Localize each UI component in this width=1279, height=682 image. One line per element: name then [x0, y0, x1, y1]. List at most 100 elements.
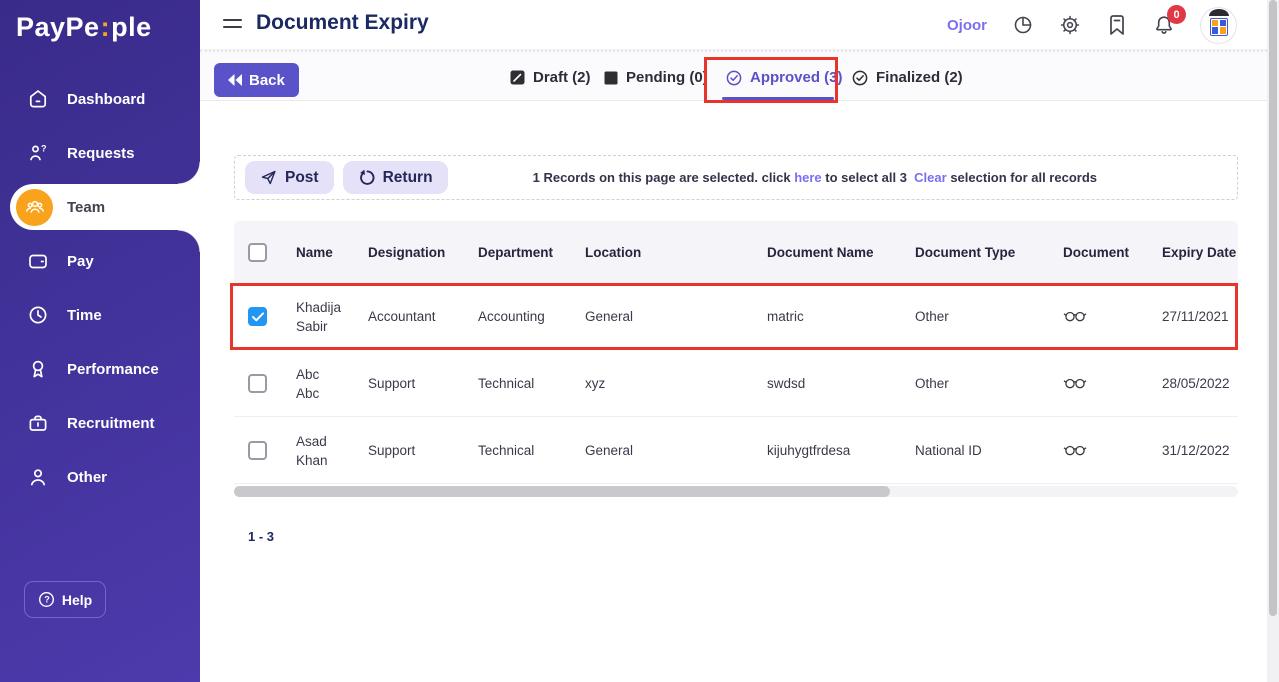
tab-label: Draft (2)	[533, 69, 591, 86]
horizontal-scrollbar-thumb[interactable]	[234, 486, 890, 497]
cell-department: Technical	[478, 350, 534, 417]
person-question-icon: ?	[26, 141, 50, 165]
view-document-icon[interactable]	[1063, 417, 1087, 484]
cell-department: Accounting	[478, 283, 545, 350]
sidebar-item-label: Other	[67, 469, 107, 486]
cell-name: AsadKhan	[296, 417, 328, 484]
select-all-link[interactable]: here	[794, 170, 821, 185]
column-header-document: Document	[1063, 221, 1129, 283]
tab-draft[interactable]: Draft (2)	[510, 52, 591, 103]
column-header-designation: Designation	[368, 221, 445, 283]
topbar-actions: Ojoor 0	[947, 0, 1237, 50]
cell-designation: Support	[368, 417, 415, 484]
gear-icon[interactable]	[1059, 14, 1081, 36]
active-tab-underline	[722, 97, 834, 100]
sidebar-item-label: Recruitment	[67, 415, 155, 432]
team-icon	[16, 189, 53, 226]
tab-approved[interactable]: Approved (3)	[726, 52, 843, 103]
cell-designation: Support	[368, 350, 415, 417]
column-header-document-type: Document Type	[915, 221, 1015, 283]
sidebar-item-team[interactable]: Team	[10, 184, 200, 230]
view-document-icon[interactable]	[1063, 283, 1087, 350]
main-area: Document Expiry Ojoor 0	[200, 0, 1279, 682]
cell-location: xyz	[585, 350, 605, 417]
cell-document-name: matric	[767, 283, 804, 350]
table-header: Name Designation Department Location Doc…	[234, 221, 1238, 283]
check-circle-icon	[852, 70, 868, 86]
back-label: Back	[249, 72, 285, 89]
selection-summary: 1 Records on this page are selected. cli…	[533, 170, 1097, 185]
vertical-scrollbar-thumb[interactable]	[1269, 0, 1277, 616]
page-title: Document Expiry	[256, 11, 429, 35]
return-label: Return	[383, 169, 433, 187]
svg-text:?: ?	[41, 144, 47, 154]
cell-expiry-date: 31/12/2022	[1162, 417, 1230, 484]
row-checkbox[interactable]	[248, 307, 267, 326]
pie-chart-icon[interactable]	[1012, 14, 1034, 36]
sidebar: PayPe:ple Dashboard ? Requests Team	[0, 0, 200, 682]
home-icon	[26, 87, 50, 111]
tab-label: Finalized (2)	[876, 69, 963, 86]
notifications-bell-icon[interactable]: 0	[1153, 14, 1175, 36]
column-header-department: Department	[478, 221, 553, 283]
back-button[interactable]: Back	[214, 63, 299, 97]
award-icon	[26, 357, 50, 381]
help-label: Help	[62, 592, 92, 608]
column-header-document-name: Document Name	[767, 221, 874, 283]
sidebar-item-label: Time	[67, 307, 102, 324]
documents-table: Name Designation Department Location Doc…	[234, 221, 1238, 484]
cell-name: KhadijaSabir	[296, 283, 341, 350]
cell-location: General	[585, 283, 633, 350]
cell-document-type: Other	[915, 350, 949, 417]
briefcase-icon	[26, 411, 50, 435]
undo-arrow-icon	[358, 169, 375, 186]
sidebar-item-performance[interactable]: Performance	[0, 342, 200, 396]
sidebar-item-time[interactable]: Time	[0, 288, 200, 342]
table-row[interactable]: AbcAbc Support Technical xyz swdsd Other…	[234, 350, 1238, 417]
cell-department: Technical	[478, 417, 534, 484]
cell-designation: Accountant	[368, 283, 436, 350]
cell-name: AbcAbc	[296, 350, 319, 417]
sidebar-item-pay[interactable]: Pay	[0, 234, 200, 288]
table-horizontal-scrollbar	[234, 486, 1238, 497]
page-vertical-scrollbar	[1267, 0, 1279, 682]
table-row[interactable]: AsadKhan Support Technical General kijuh…	[234, 417, 1238, 484]
menu-toggle-icon[interactable]	[223, 19, 242, 33]
sidebar-item-label: Performance	[67, 361, 159, 378]
top-bar: Document Expiry Ojoor 0	[200, 0, 1279, 50]
help-button[interactable]: ? Help	[24, 581, 106, 618]
row-checkbox[interactable]	[248, 374, 267, 393]
column-header-name: Name	[296, 221, 333, 283]
pagination-range: 1 - 3	[248, 529, 274, 544]
person-icon	[26, 465, 50, 489]
row-checkbox[interactable]	[248, 441, 267, 460]
cell-expiry-date: 27/11/2021	[1162, 283, 1229, 350]
post-button[interactable]: Post	[245, 161, 334, 194]
help-icon: ?	[38, 591, 55, 608]
view-document-icon[interactable]	[1063, 350, 1087, 417]
clear-selection-link[interactable]: Clear	[914, 170, 947, 185]
sidebar-item-dashboard[interactable]: Dashboard	[0, 72, 200, 126]
sidebar-item-requests[interactable]: ? Requests	[0, 126, 200, 180]
tab-finalized[interactable]: Finalized (2)	[852, 52, 963, 103]
notification-badge: 0	[1167, 5, 1186, 24]
pending-icon	[604, 71, 618, 85]
cell-location: General	[585, 417, 633, 484]
tab-pending[interactable]: Pending (0)	[604, 52, 708, 103]
tab-label: Approved (3)	[750, 69, 843, 86]
bookmark-icon[interactable]	[1106, 14, 1128, 36]
sidebar-item-other[interactable]: Other	[0, 450, 200, 504]
user-avatar[interactable]	[1200, 7, 1237, 44]
return-button[interactable]: Return	[343, 161, 448, 194]
cell-document-name: swdsd	[767, 350, 805, 417]
select-all-checkbox[interactable]	[248, 243, 267, 262]
company-link[interactable]: Ojoor	[947, 17, 987, 34]
double-left-arrow-icon	[228, 74, 242, 86]
column-header-location: Location	[585, 221, 641, 283]
column-header-expiry-date: Expiry Date	[1162, 221, 1236, 283]
sidebar-item-recruitment[interactable]: Recruitment	[0, 396, 200, 450]
tab-label: Pending (0)	[626, 69, 708, 86]
table-row[interactable]: KhadijaSabir Accountant Accounting Gener…	[234, 283, 1238, 350]
document-expiry-page: PayPe:ple Dashboard ? Requests Team	[0, 0, 1279, 682]
draft-icon	[510, 70, 525, 85]
